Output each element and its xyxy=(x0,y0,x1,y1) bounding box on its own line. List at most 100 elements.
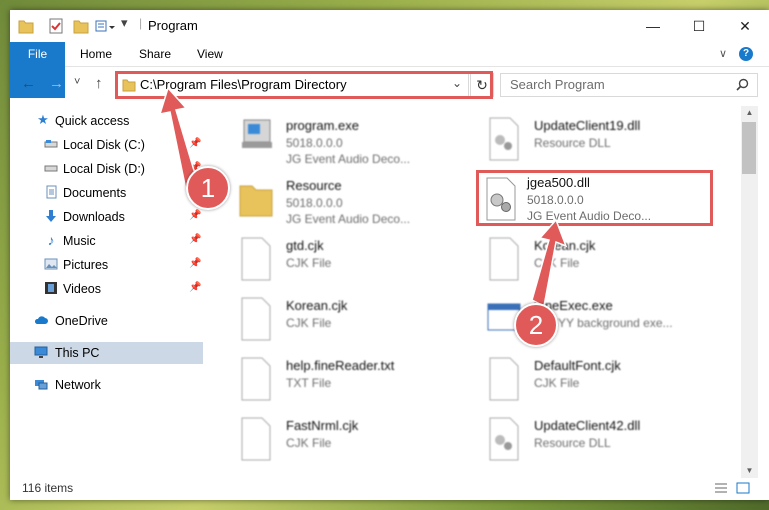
file-item-program-exe[interactable]: program.exe 5018.0.0.0 JG Event Audio De… xyxy=(238,116,478,172)
sidebar-item-network[interactable]: Network xyxy=(10,374,203,396)
sidebar-item-label: Quick access xyxy=(55,114,130,128)
dll-icon xyxy=(489,117,519,161)
sidebar-item-local-disk-d[interactable]: Local Disk (D:) 📌 xyxy=(10,158,203,180)
tab-share[interactable]: Share xyxy=(127,42,183,66)
sidebar-item-videos[interactable]: Videos 📌 xyxy=(10,278,203,300)
step-1-callout: 1 xyxy=(186,166,230,210)
maximize-button[interactable]: ☐ xyxy=(676,10,722,42)
drive-icon xyxy=(44,165,58,172)
file-icon xyxy=(489,357,519,401)
sidebar-item-music[interactable]: ♪ Music 📌 xyxy=(10,230,203,252)
file-item-updateclient42-dll[interactable]: UpdateClient42.dll Resource DLL xyxy=(486,416,726,472)
close-button[interactable]: ✕ xyxy=(722,10,768,42)
properties-icon[interactable] xyxy=(48,17,64,35)
file-name: jgea500.dll xyxy=(527,175,590,190)
file-item-korean-cjk[interactable]: Korean.cjk CJK File xyxy=(238,296,478,352)
dll-icon xyxy=(486,177,516,221)
scroll-down-icon[interactable]: ▼ xyxy=(741,464,758,478)
customize-toolbar-icon[interactable] xyxy=(95,17,117,35)
expand-ribbon-icon[interactable]: ∨ xyxy=(719,47,727,60)
sidebar-item-downloads[interactable]: Downloads 📌 xyxy=(10,206,203,228)
file-name: UpdateClient42.dll xyxy=(534,418,641,433)
file-icon xyxy=(489,237,519,281)
tab-home[interactable]: Home xyxy=(68,42,124,66)
up-arrow-icon[interactable]: ↑ xyxy=(95,75,103,92)
sidebar-item-documents[interactable]: Documents 📌 xyxy=(10,182,203,204)
file-item-jgea500-dll[interactable]: jgea500.dll 5018.0.0.0 JG Event Audio De… xyxy=(476,170,713,226)
file-item-fastnrml-cjk[interactable]: FastNrml.cjk CJK File xyxy=(238,416,478,472)
sidebar-item-label: Documents xyxy=(63,186,127,200)
file-list: program.exe 5018.0.0.0 JG Event Audio De… xyxy=(210,106,740,474)
pin-icon[interactable]: 📌 xyxy=(189,234,201,245)
star-icon: ★ xyxy=(37,112,49,127)
recent-locations-icon[interactable]: ˅ xyxy=(74,76,80,88)
file-type: TXT File xyxy=(286,376,332,390)
folder-icon xyxy=(18,20,34,34)
sidebar-item-label: Music xyxy=(63,234,96,248)
sidebar-item-label: Pictures xyxy=(63,258,109,272)
pictures-icon xyxy=(44,258,58,270)
pin-icon[interactable]: 📌 xyxy=(189,210,201,221)
file-icon xyxy=(241,357,271,401)
file-type: CJK File xyxy=(286,316,332,330)
sidebar-item-label: Local Disk (C:) xyxy=(63,138,145,152)
ribbon-tabs: File Home Share View ∨ ? xyxy=(10,42,769,98)
sidebar-item-onedrive[interactable]: OneDrive xyxy=(10,310,203,332)
tab-view[interactable]: View xyxy=(185,42,235,66)
address-highlight-box xyxy=(115,71,493,99)
search-icon xyxy=(736,78,749,91)
file-type: CJK File xyxy=(534,256,580,270)
folder-icon xyxy=(239,185,273,217)
pin-icon[interactable]: 📌 xyxy=(189,138,201,149)
file-description: JG Event Audio Deco... xyxy=(286,212,411,226)
file-item-gtd-cjk[interactable]: gtd.cjk CJK File xyxy=(238,236,478,292)
large-icons-view-icon[interactable] xyxy=(736,482,750,494)
sidebar-item-label: OneDrive xyxy=(55,314,108,328)
dropdown-arrow-icon[interactable]: ▾ xyxy=(121,15,128,33)
file-name: Resource xyxy=(286,178,342,193)
sidebar-item-label: Network xyxy=(55,378,101,392)
file-item-updateclient19-dll[interactable]: UpdateClient19.dll Resource DLL xyxy=(486,116,726,172)
back-arrow-icon[interactable]: ← xyxy=(21,75,36,92)
file-description: JG Event Audio Deco... xyxy=(286,152,411,166)
minimize-button[interactable]: — xyxy=(630,10,676,42)
new-folder-icon[interactable] xyxy=(73,17,89,35)
vertical-scrollbar[interactable]: ▲ ▼ xyxy=(741,106,758,478)
sidebar-item-quick-access[interactable]: ★ Quick access xyxy=(10,110,203,132)
drive-icon xyxy=(44,140,58,148)
file-item-korean-cjk[interactable]: Korean.cjk CJK File xyxy=(486,236,726,292)
file-name: program.exe xyxy=(286,118,359,133)
file-name: DefaultFont.cjk xyxy=(534,358,621,373)
file-icon xyxy=(241,417,271,461)
sidebar-item-this-pc[interactable]: This PC xyxy=(10,342,203,364)
network-icon xyxy=(35,380,48,390)
sidebar-item-pictures[interactable]: Pictures 📌 xyxy=(10,254,203,276)
file-icon xyxy=(241,237,271,281)
search-input[interactable]: Search Program xyxy=(500,73,758,97)
help-icon[interactable]: ? xyxy=(739,47,753,61)
navigation-pane: ★ Quick access Local Disk (C:) 📌 Local D… xyxy=(10,106,203,474)
pin-icon[interactable]: 📌 xyxy=(189,282,201,293)
file-type: CJK File xyxy=(286,436,332,450)
scroll-up-icon[interactable]: ▲ xyxy=(741,106,758,120)
videos-icon xyxy=(45,282,57,294)
file-type: Resource DLL xyxy=(534,136,611,150)
documents-icon xyxy=(46,185,57,199)
file-type: Resource DLL xyxy=(534,436,611,450)
search-placeholder: Search Program xyxy=(510,77,605,92)
scrollbar-thumb[interactable] xyxy=(742,122,756,174)
file-item-help-finereader-txt[interactable]: help.fineReader.txt TXT File xyxy=(238,356,478,412)
sidebar-item-label: Downloads xyxy=(63,210,125,224)
music-icon: ♪ xyxy=(47,232,55,248)
sidebar-item-local-disk-c[interactable]: Local Disk (C:) 📌 xyxy=(10,134,203,156)
file-item-resource-folder[interactable]: Resource 5018.0.0.0 JG Event Audio Deco.… xyxy=(238,176,478,232)
forward-arrow-icon[interactable]: → xyxy=(49,75,64,92)
details-view-icon[interactable] xyxy=(714,482,728,494)
sidebar-item-label: Videos xyxy=(63,282,101,296)
pin-icon[interactable]: 📌 xyxy=(189,258,201,269)
file-version: 5018.0.0.0 xyxy=(286,196,343,210)
file-item-defaultfont-cjk[interactable]: DefaultFont.cjk CJK File xyxy=(486,356,726,412)
file-name: help.fineReader.txt xyxy=(286,358,395,373)
file-version: 5018.0.0.0 xyxy=(527,193,584,207)
file-type: CJK File xyxy=(286,256,332,270)
